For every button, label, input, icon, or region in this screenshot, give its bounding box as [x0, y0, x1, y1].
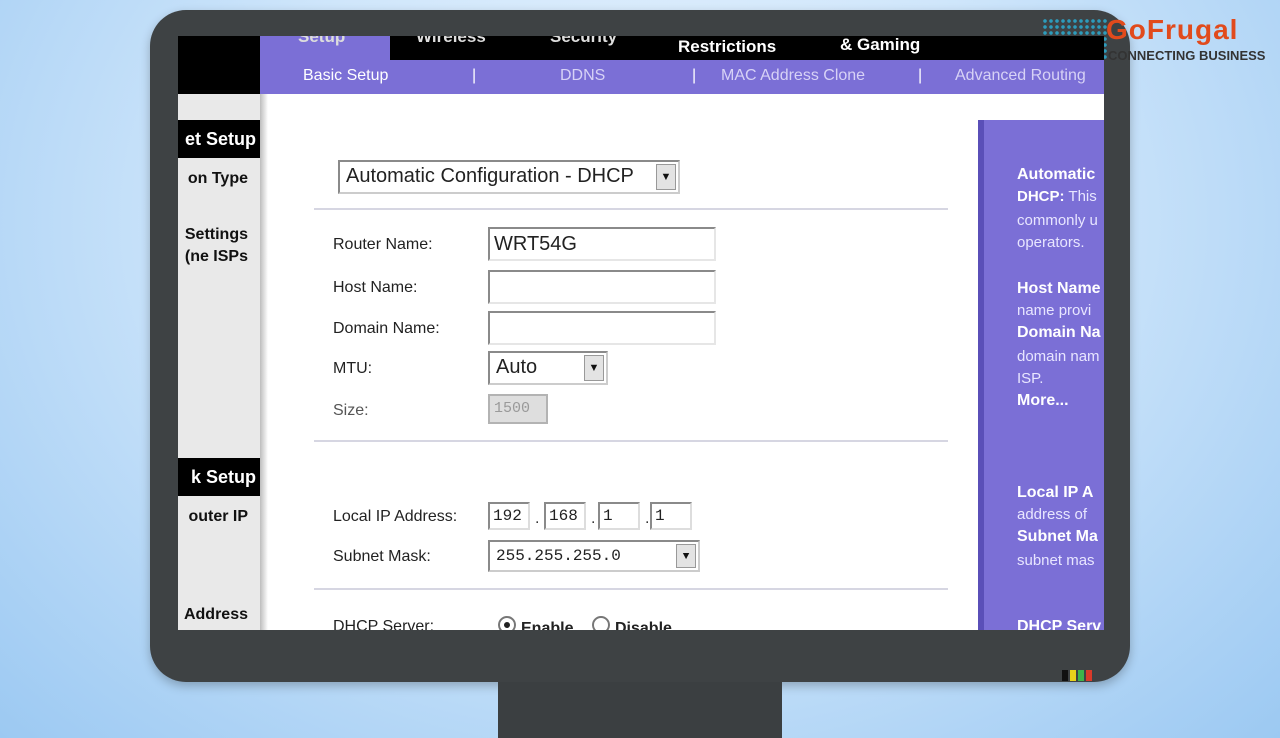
left-label-router-ip: outer IP [188, 508, 248, 525]
left-label-settings-note: ne ISPs) [184, 248, 248, 265]
ip-octet-3[interactable]: 1 [598, 502, 640, 530]
connection-type-select[interactable]: Automatic Configuration - DHCP ▼ [338, 160, 680, 194]
brand-subtitle: CONNECTING BUSINESS [1108, 48, 1266, 63]
tab-gaming[interactable]: & Gaming [840, 36, 920, 60]
tab-wireless[interactable]: Wireless [416, 36, 486, 52]
subnav-separator: | [692, 67, 697, 84]
domain-name-input[interactable] [488, 311, 716, 345]
subtab-advanced-routing[interactable]: Advanced Routing [955, 67, 1086, 85]
divider [314, 208, 948, 210]
tab-setup[interactable]: Setup [298, 36, 345, 52]
dhcp-enable-radio[interactable] [498, 616, 516, 630]
status-leds-icon [1062, 670, 1100, 682]
help-text: address of [1017, 506, 1088, 523]
help-text: name provi [1017, 302, 1092, 319]
dhcp-disable-label: Disable [615, 620, 672, 630]
sub-nav: Basic Setup | DDNS | MAC Address Clone |… [260, 60, 1104, 94]
dhcp-enable-label: Enable [521, 620, 574, 630]
left-column-shadow [260, 94, 268, 630]
chevron-down-icon[interactable]: ▼ [584, 355, 604, 381]
subnet-mask-label: Subnet Mask: [333, 548, 431, 565]
subnet-mask-select[interactable]: 255.255.255.0 ▼ [488, 540, 700, 572]
divider [314, 440, 948, 442]
section-title-internet-setup: et Setup [178, 120, 260, 158]
local-ip-label: Local IP Address: [333, 508, 458, 525]
domain-name-label: Domain Name: [333, 320, 440, 337]
monitor-stand [498, 682, 782, 738]
help-more-link[interactable]: More... [1017, 390, 1069, 412]
help-panel: Automatic DHCP: This commonly u operator… [978, 120, 1104, 630]
subnet-mask-value: 255.255.255.0 [496, 547, 621, 565]
brand-title: GoFrugal [1106, 14, 1239, 45]
help-text: ISP. [1017, 370, 1044, 387]
connection-type-value: Automatic Configuration - DHCP [346, 165, 634, 187]
subtab-basic-setup[interactable]: Basic Setup [303, 67, 388, 85]
help-text: commonly u [1017, 212, 1098, 229]
tab-restrictions[interactable]: Restrictions [678, 38, 776, 62]
ip-octet-4[interactable]: 1 [650, 502, 692, 530]
chevron-down-icon[interactable]: ▼ [656, 164, 676, 190]
tab-security[interactable]: Security [550, 36, 617, 52]
host-name-input[interactable] [488, 270, 716, 304]
help-text: Domain Na [1017, 324, 1101, 341]
router-name-label: Router Name: [333, 236, 433, 253]
left-label-address: Address [183, 606, 248, 623]
subnav-separator: | [918, 67, 923, 84]
subnav-separator: | [472, 67, 477, 84]
ip-dot: . [535, 510, 540, 527]
router-name-input[interactable]: WRT54G [488, 227, 716, 261]
ip-octet-1[interactable]: 192 [488, 502, 530, 530]
dhcp-disable-radio[interactable] [592, 616, 610, 630]
left-label-settings: Settings [184, 226, 248, 243]
ip-dot: . [591, 510, 596, 527]
router-screen: Setup Wireless Security Restrictions & G… [178, 36, 1104, 630]
chevron-down-icon[interactable]: ▼ [676, 544, 696, 568]
size-label: Size: [333, 402, 369, 419]
help-text: Local IP A [1017, 484, 1094, 501]
help-text: domain nam [1017, 348, 1100, 365]
ip-dot: . [645, 510, 650, 527]
help-text: DHCP Serv [1017, 618, 1102, 630]
divider [314, 588, 948, 590]
mtu-select[interactable]: Auto ▼ [488, 351, 608, 385]
help-text: DHCP: This [1017, 188, 1097, 205]
subtab-ddns[interactable]: DDNS [560, 67, 605, 85]
section-title-network-setup: k Setup [178, 458, 260, 496]
mtu-value: Auto [496, 356, 538, 378]
nav-corner [178, 36, 260, 94]
dhcp-server-label: DHCP Server: [333, 618, 435, 630]
help-text: Host Name [1017, 280, 1101, 297]
host-name-label: Host Name: [333, 279, 418, 296]
help-text: operators. [1017, 234, 1085, 251]
subtab-mac-clone[interactable]: MAC Address Clone [721, 67, 865, 85]
help-text: subnet mas [1017, 552, 1095, 569]
help-text: Automatic [1017, 166, 1096, 183]
mtu-label: MTU: [333, 360, 373, 377]
left-label-connection-type: on Type [187, 170, 248, 187]
ip-octet-2[interactable]: 168 [544, 502, 586, 530]
help-text: Subnet Ma [1017, 528, 1098, 545]
size-input: 1500 [488, 394, 548, 424]
